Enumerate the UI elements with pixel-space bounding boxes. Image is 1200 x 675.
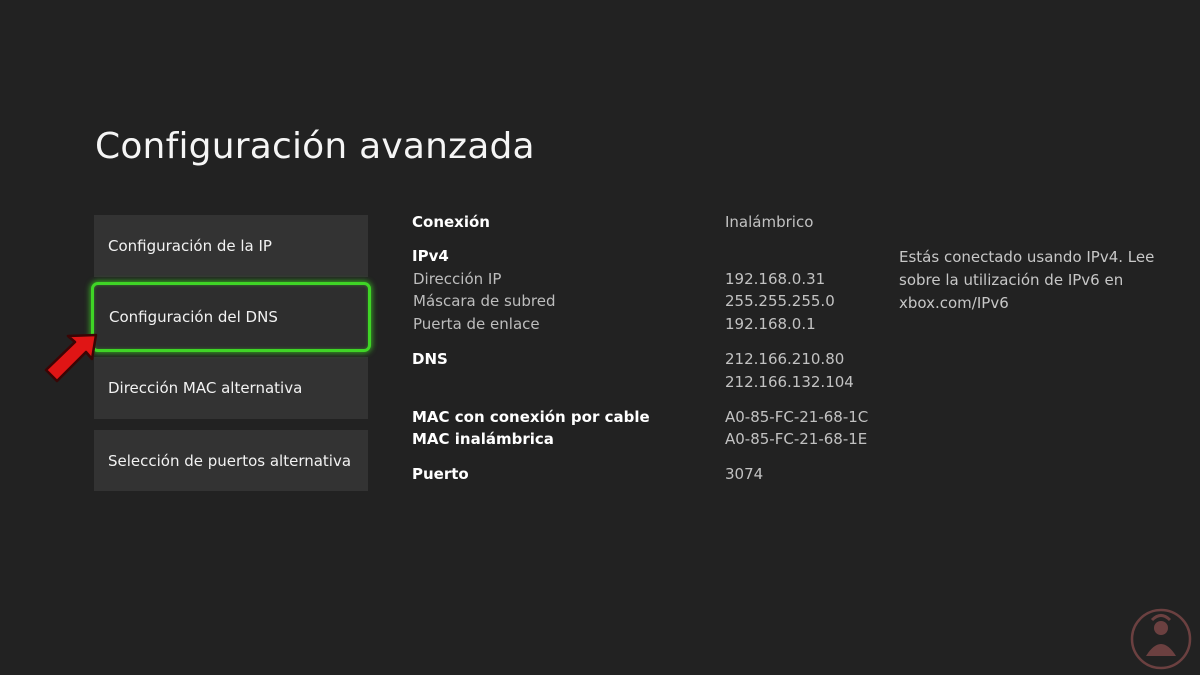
- info-line: sobre la utilización de IPv6 en: [899, 271, 1124, 289]
- menu-item-label: Configuración del DNS: [109, 308, 278, 326]
- connection-value: Inalámbrico: [725, 213, 814, 231]
- dns-primary-value: 212.166.210.80: [725, 350, 845, 368]
- menu-item-alternate-mac[interactable]: Dirección MAC alternativa: [94, 357, 368, 419]
- gateway-label: Puerta de enlace: [413, 315, 540, 333]
- menu-item-label: Selección de puertos alternativa: [108, 451, 352, 470]
- menu-item-dns-settings[interactable]: Configuración del DNS: [91, 282, 371, 352]
- red-arrow-icon: [44, 333, 98, 383]
- gateway-value: 192.168.0.1: [725, 315, 816, 333]
- mac-wireless-value: A0-85-FC-21-68-1E: [725, 430, 868, 448]
- dns-label: DNS: [412, 350, 448, 368]
- menu-item-alternate-ports[interactable]: Selección de puertos alternativa: [94, 430, 368, 491]
- connection-label: Conexión: [412, 213, 490, 231]
- menu-item-label: Configuración de la IP: [108, 237, 272, 255]
- subnet-mask-label: Máscara de subred: [413, 292, 556, 310]
- menu-item-label: Dirección MAC alternativa: [108, 379, 303, 397]
- dns-secondary-value: 212.166.132.104: [725, 373, 854, 391]
- menu-item-ip-settings[interactable]: Configuración de la IP: [94, 215, 368, 277]
- subnet-mask-value: 255.255.255.0: [725, 292, 835, 310]
- ipv4-heading: IPv4: [412, 247, 449, 265]
- mac-wireless-label: MAC inalámbrica: [412, 430, 554, 448]
- info-line: Estás conectado usando IPv4. Lee: [899, 248, 1155, 266]
- watermark-logo-icon: [1130, 608, 1192, 670]
- ipv6-info-text: Estás conectado usando IPv4. Lee sobre l…: [899, 246, 1159, 315]
- mac-wired-value: A0-85-FC-21-68-1C: [725, 408, 869, 426]
- page-title: Configuración avanzada: [95, 126, 535, 167]
- info-link-text: xbox.com/IPv6: [899, 294, 1009, 312]
- ip-address-value: 192.168.0.31: [725, 270, 826, 288]
- mac-wired-label: MAC con conexión por cable: [412, 408, 650, 426]
- port-label: Puerto: [412, 465, 469, 483]
- port-value: 3074: [725, 465, 764, 483]
- ip-address-label: Dirección IP: [413, 270, 502, 288]
